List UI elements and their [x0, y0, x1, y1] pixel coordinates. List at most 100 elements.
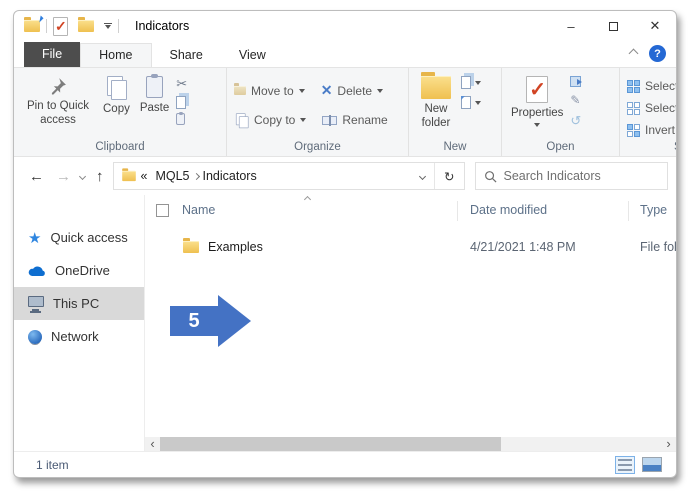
select-none-icon — [627, 102, 640, 115]
tab-home[interactable]: Home — [80, 43, 151, 67]
sidebar-item-quick-access[interactable]: ★ Quick access — [14, 221, 144, 254]
close-button[interactable]: ✕ — [634, 11, 676, 41]
sidebar-item-onedrive[interactable]: OneDrive — [14, 254, 144, 287]
copy-label: Copy — [103, 102, 130, 116]
folder-icon — [183, 241, 199, 253]
invert-selection-label: Invert selection — [645, 123, 677, 137]
pin-icon — [48, 76, 68, 96]
column-header-row: Name Date modified Type — [145, 199, 676, 221]
ribbon-group-clipboard: Pin to Quick access Copy Paste ✂ — [14, 68, 227, 156]
easy-access-button[interactable] — [461, 76, 481, 89]
cut-icon[interactable]: ✂ — [176, 76, 187, 92]
file-row-examples[interactable]: Examples 4/21/2021 1:48 PM File folder — [145, 235, 676, 259]
column-header-name[interactable]: Name — [182, 203, 215, 217]
qat-customize-icon[interactable] — [104, 23, 112, 30]
properties-label: Properties — [511, 106, 563, 120]
invert-selection-icon — [627, 124, 640, 137]
refresh-button[interactable]: ↻ — [434, 163, 463, 189]
copy-to-button[interactable]: Copy to — [231, 109, 309, 131]
copy-to-icon — [236, 113, 247, 127]
tab-file[interactable]: File — [24, 42, 80, 67]
select-checkbox[interactable] — [156, 204, 169, 217]
paste-button[interactable]: Paste — [135, 72, 174, 117]
file-list: Name Date modified Type Examples 4/21/20… — [145, 195, 676, 451]
star-icon: ★ — [28, 229, 41, 247]
window-controls: – ✕ — [550, 11, 676, 41]
sidebar-item-this-pc[interactable]: This PC — [14, 287, 144, 320]
copy-path-icon[interactable] — [176, 96, 186, 109]
invert-selection-button[interactable]: Invert selection — [624, 121, 677, 139]
ribbon: Pin to Quick access Copy Paste ✂ — [14, 67, 676, 157]
collapse-ribbon-icon[interactable] — [629, 49, 639, 59]
rename-button[interactable]: Rename — [319, 109, 390, 131]
window-folder-icon — [24, 20, 40, 32]
minimize-button[interactable]: – — [550, 11, 592, 41]
pin-to-quick-access-button[interactable]: Pin to Quick access — [18, 72, 98, 130]
horizontal-scrollbar[interactable]: ‹ › — [145, 437, 676, 451]
tab-view[interactable]: View — [221, 44, 284, 67]
move-to-button[interactable]: Move to — [231, 80, 308, 101]
breadcrumb-indicators[interactable]: Indicators — [203, 169, 257, 183]
rename-label: Rename — [342, 113, 387, 127]
maximize-icon — [609, 22, 618, 31]
new-folder-label: New folder — [418, 102, 454, 131]
file-date-modified: 4/21/2021 1:48 PM — [470, 240, 576, 254]
up-button[interactable]: ↑ — [93, 168, 107, 185]
search-box[interactable] — [475, 162, 669, 190]
tab-share[interactable]: Share — [152, 44, 221, 67]
pin-to-quick-access-label: Pin to Quick access — [23, 99, 93, 128]
organize-group-label: Organize — [231, 140, 404, 155]
easy-access-icon — [461, 76, 471, 89]
qat-properties-icon[interactable] — [53, 17, 68, 36]
breadcrumb-mql5[interactable]: MQL5 — [155, 169, 189, 183]
search-input[interactable] — [504, 169, 660, 183]
maximize-button[interactable] — [592, 11, 634, 41]
column-divider[interactable] — [628, 201, 629, 221]
select-none-button[interactable]: Select none — [624, 99, 677, 117]
address-dropdown-button[interactable] — [411, 163, 434, 189]
address-bar[interactable]: « MQL5 Indicators ↻ — [113, 162, 465, 190]
page: Indicators – ✕ File Home Share View ? — [0, 0, 689, 492]
new-item-button[interactable] — [461, 96, 481, 109]
edit-icon[interactable]: ✎ — [570, 93, 581, 107]
new-folder-icon — [421, 76, 451, 99]
sidebar: ★ Quick access OneDrive This PC Network — [14, 195, 145, 451]
thumbnail-view-button[interactable] — [642, 457, 662, 472]
scroll-left-icon[interactable]: ‹ — [145, 437, 160, 451]
scrollbar-track[interactable] — [160, 437, 661, 451]
copy-button[interactable]: Copy — [98, 72, 135, 118]
recent-locations-icon[interactable] — [79, 172, 86, 179]
sort-ascending-icon[interactable] — [304, 196, 311, 203]
column-header-type[interactable]: Type — [640, 203, 667, 217]
cloud-icon — [28, 265, 46, 277]
help-icon[interactable]: ? — [649, 45, 666, 62]
new-folder-button[interactable]: New folder — [413, 72, 459, 133]
copy-icon — [107, 76, 126, 99]
breadcrumb-separator-icon[interactable] — [192, 172, 199, 179]
properties-button[interactable]: Properties — [506, 72, 568, 129]
details-view-button[interactable] — [615, 456, 635, 474]
arrow-head — [218, 295, 251, 347]
ribbon-group-open: Properties ✎ ↺ Open — [502, 68, 620, 156]
scrollbar-thumb[interactable] — [160, 437, 501, 451]
rename-icon — [322, 116, 337, 125]
scroll-right-icon[interactable]: › — [661, 437, 676, 451]
open-icon[interactable] — [570, 76, 581, 87]
delete-button[interactable]: ✕ Delete — [318, 80, 386, 101]
ribbon-group-select: Select all Select none Invert selection … — [620, 68, 677, 156]
chevron-down-icon — [475, 81, 481, 85]
qat-new-folder-icon[interactable] — [78, 20, 94, 32]
sidebar-item-label: This PC — [53, 296, 99, 311]
open-group-label: Open — [506, 140, 615, 155]
back-button[interactable]: ← — [26, 168, 47, 185]
new-item-icon — [461, 96, 471, 109]
ribbon-group-new: New folder New — [409, 68, 502, 156]
paste-shortcut-icon[interactable] — [176, 113, 185, 125]
breadcrumb-folder-icon — [122, 171, 136, 181]
sidebar-item-network[interactable]: Network — [14, 320, 144, 353]
file-name: Examples — [208, 240, 263, 254]
select-all-button[interactable]: Select all — [624, 77, 677, 95]
column-header-date-modified[interactable]: Date modified — [470, 203, 547, 217]
ribbon-tab-row: File Home Share View ? — [14, 41, 676, 67]
column-divider[interactable] — [457, 201, 458, 221]
